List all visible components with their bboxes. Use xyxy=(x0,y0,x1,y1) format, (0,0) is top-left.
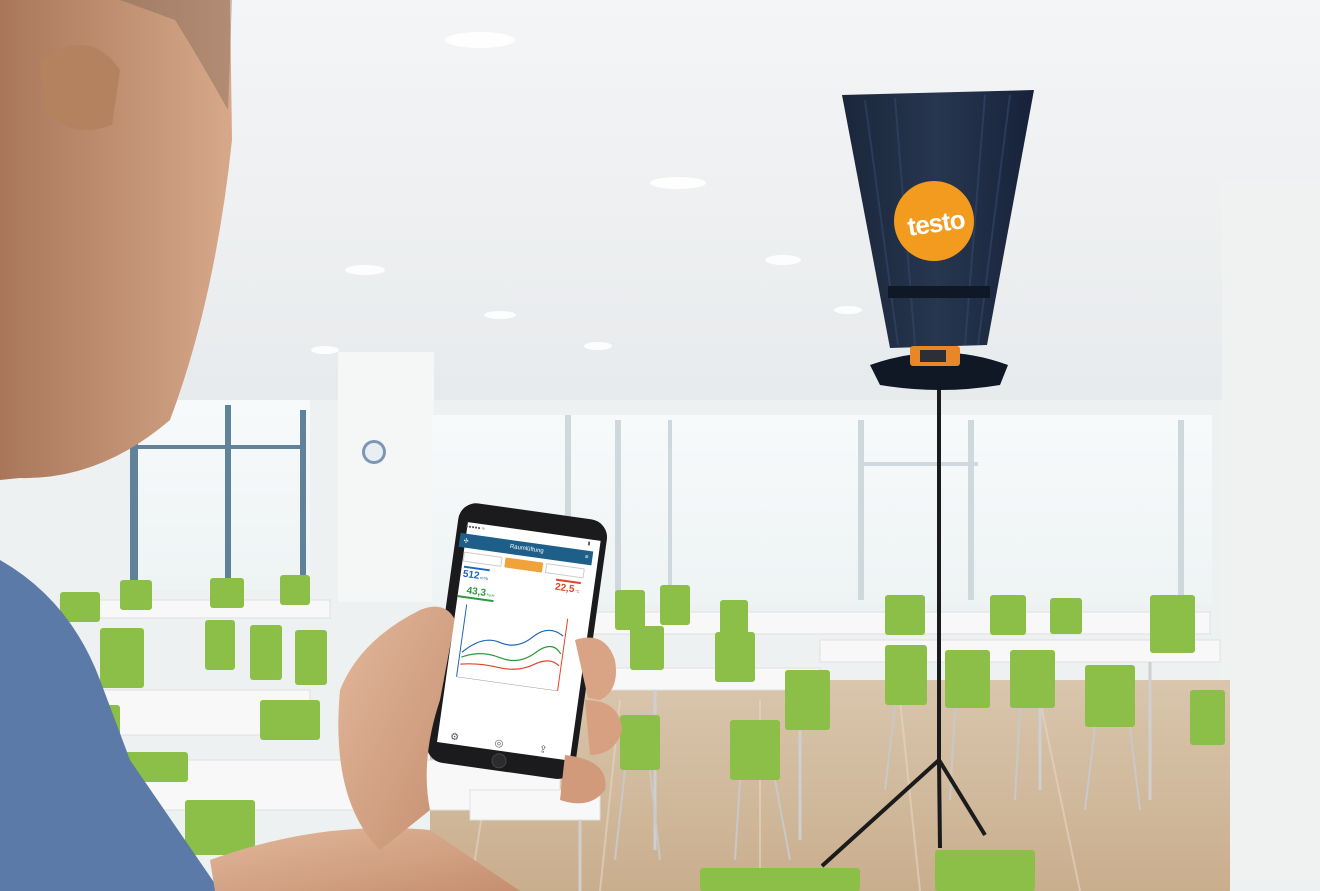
share-icon[interactable]: ⇪ xyxy=(538,743,548,755)
trend-chart xyxy=(445,601,578,698)
gear-icon[interactable]: ⚙ xyxy=(449,731,459,743)
humidity-trend-line xyxy=(461,645,562,662)
temperature-trend-line xyxy=(460,660,560,670)
menu-icon[interactable]: ≡ xyxy=(584,554,588,560)
temperature-reading: 22,5°C xyxy=(554,578,581,596)
app-title: Raumlüftung xyxy=(509,543,544,555)
humidity-reading: 43,3%rH xyxy=(457,584,496,603)
battery-icon: ▮ xyxy=(587,540,591,548)
photo-scene: testo ●●●●● ≈ ▮ ✣ Raumlüftung ≡ 512m³/h … xyxy=(0,0,1320,891)
flow-trend-line xyxy=(461,629,564,653)
cafeteria-background xyxy=(0,0,1320,891)
flow-reading: 512m³/h xyxy=(462,565,490,584)
record-icon[interactable]: ◎ xyxy=(494,737,504,749)
fan-icon[interactable]: ✣ xyxy=(463,537,469,545)
